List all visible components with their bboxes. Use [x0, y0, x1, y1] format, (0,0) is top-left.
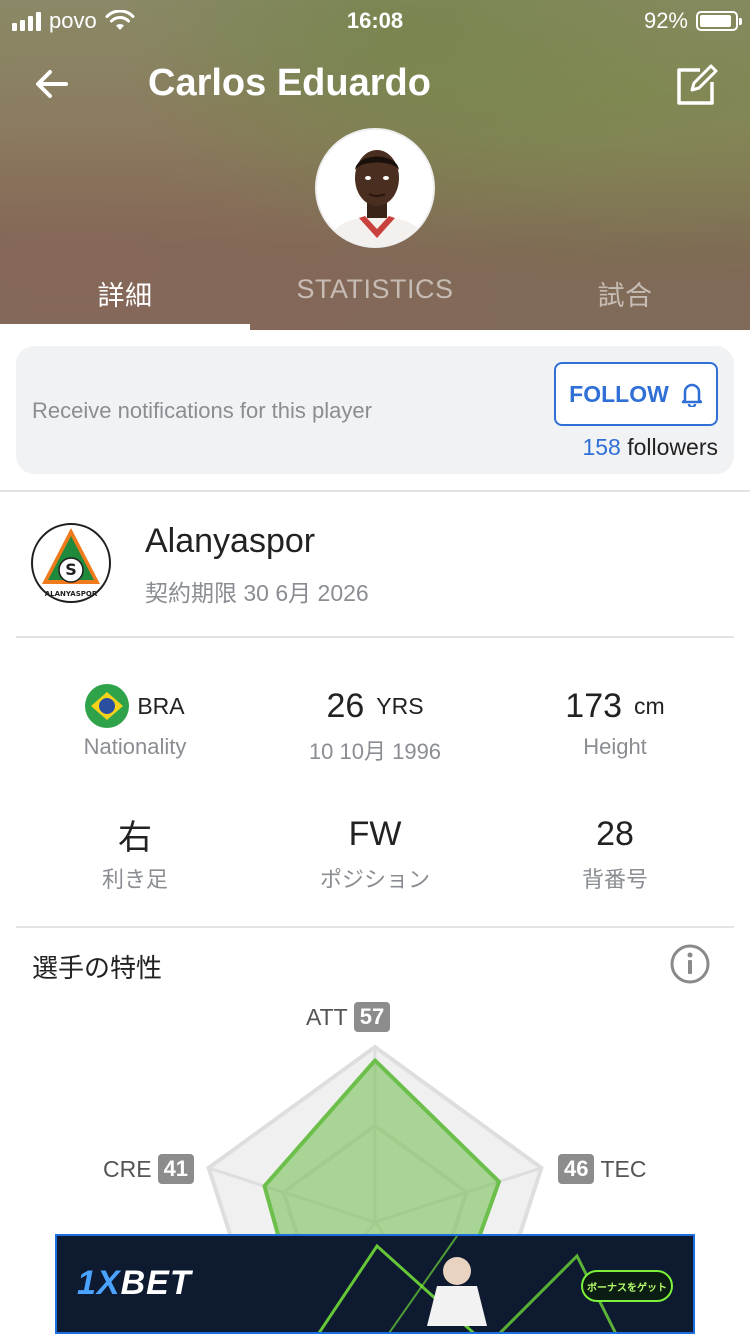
- cre-value: 41: [157, 1154, 195, 1184]
- divider: [0, 490, 750, 492]
- ad-banner[interactable]: 1XBET ボーナスをゲット: [55, 1234, 695, 1334]
- follow-button[interactable]: FOLLOW: [554, 362, 718, 426]
- svg-text:S: S: [65, 560, 77, 579]
- tab-details[interactable]: 詳細: [0, 258, 250, 330]
- shirt-number: 28: [596, 814, 634, 853]
- divider: [16, 636, 734, 638]
- stat-nationality: BRA Nationality: [10, 684, 260, 760]
- contract-expiry: 契約期限 30 6月 2026: [145, 580, 369, 606]
- stat-foot: 右 利き足: [10, 812, 260, 894]
- stat-age: 26 YRS 10 10月 1996: [250, 684, 500, 766]
- height-value: 173: [565, 686, 623, 725]
- stat-number: 28 背番号: [490, 812, 740, 894]
- radar-shape: [262, 1058, 501, 1334]
- club-name[interactable]: Alanyaspor: [145, 522, 315, 561]
- followers-count: 158 followers: [582, 434, 718, 461]
- att-label: ATT: [306, 1003, 348, 1030]
- nationality-code: BRA: [137, 692, 185, 719]
- ad-cta-button[interactable]: ボーナスをゲット: [581, 1270, 673, 1302]
- status-time: 16:08: [346, 8, 404, 33]
- cre-label: CRE: [103, 1155, 152, 1182]
- tec-label: TEC: [600, 1155, 647, 1182]
- nationality-label: Nationality: [83, 734, 187, 759]
- follow-button-label: FOLLOW: [569, 380, 669, 407]
- position-value: FW: [348, 814, 402, 853]
- radar-label-att: ATT 57: [306, 1002, 391, 1032]
- radar-chart: [206, 1044, 544, 1334]
- stat-position: FW ポジション: [250, 812, 500, 894]
- tab-bar: 詳細 STATISTICS 試合: [0, 258, 750, 330]
- brazil-flag-icon: [85, 684, 130, 728]
- back-arrow-icon[interactable]: [30, 62, 74, 106]
- position-label: ポジション: [319, 867, 430, 892]
- ad-brand-logo: 1XBET: [77, 1264, 192, 1302]
- svg-text:ALANYASPOR: ALANYASPOR: [45, 590, 98, 598]
- shirt-number-label: 背番号: [581, 867, 648, 892]
- height-unit: cm: [634, 692, 665, 719]
- attribute-radar: ATT 57 46 TEC CRE 41: [0, 1000, 750, 1334]
- player-avatar: [315, 128, 435, 248]
- att-value: 57: [353, 1002, 391, 1032]
- foot-label: 利き足: [101, 867, 168, 892]
- stat-height: 173 cm Height: [490, 684, 740, 760]
- birthdate: 10 10月 1996: [308, 739, 442, 764]
- status-right: 92%: [643, 8, 742, 34]
- battery-percent: 92%: [643, 8, 688, 33]
- follow-prompt: Receive notifications for this player: [32, 398, 372, 423]
- battery-icon: [696, 11, 742, 31]
- age-unit: YRS: [376, 692, 424, 719]
- height-label: Height: [583, 734, 647, 759]
- bell-icon: [681, 383, 703, 407]
- divider: [16, 926, 734, 928]
- tab-matches[interactable]: 試合: [500, 258, 750, 330]
- tab-statistics[interactable]: STATISTICS: [250, 258, 500, 330]
- status-bar: povo 16:08 92%: [0, 0, 750, 40]
- age-value: 26: [326, 686, 365, 725]
- radar-label-cre: CRE 41: [103, 1154, 195, 1184]
- radar-label-tec: 46 TEC: [558, 1154, 646, 1184]
- edit-icon[interactable]: [674, 62, 720, 108]
- player-header: povo 16:08 92% Carlos Eduardo 詳細 STATIST…: [0, 0, 750, 330]
- info-icon[interactable]: [670, 944, 710, 984]
- followers-number: 158: [582, 434, 621, 460]
- foot-value: 右: [118, 818, 152, 857]
- attributes-title: 選手の特性: [32, 953, 163, 983]
- club-logo[interactable]: S ALANYASPOR: [30, 522, 112, 604]
- followers-label: followers: [627, 434, 718, 460]
- follow-card: Receive notifications for this player FO…: [16, 346, 734, 474]
- tec-value: 46: [558, 1154, 595, 1184]
- player-photo: [317, 130, 433, 246]
- page-title: Carlos Eduardo: [148, 62, 431, 104]
